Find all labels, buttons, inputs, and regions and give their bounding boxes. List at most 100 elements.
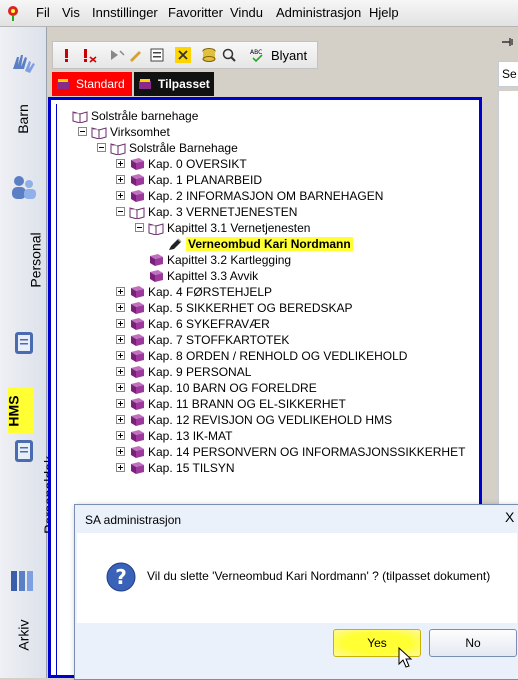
pin-icon[interactable] bbox=[500, 35, 514, 49]
dialog-body: ? Vil du slette 'Verneombud Kari Nordman… bbox=[77, 533, 517, 623]
book-icon bbox=[131, 334, 144, 346]
tree-item[interactable]: Kap. 3 VERNETJENESTEN bbox=[148, 205, 297, 219]
tab-standard[interactable]: Standard bbox=[52, 72, 132, 96]
view-tabs: Standard Tilpasset bbox=[48, 69, 488, 97]
expand-toggle[interactable] bbox=[116, 447, 125, 456]
expand-toggle[interactable] bbox=[116, 303, 125, 312]
notebook-icon[interactable] bbox=[7, 327, 39, 359]
menu-administrasjon[interactable]: Administrasjon bbox=[276, 6, 361, 20]
nav-personal[interactable]: Personal bbox=[8, 232, 44, 302]
book-icon bbox=[131, 366, 144, 378]
collapse-toggle[interactable] bbox=[116, 207, 125, 216]
book-stack-icon bbox=[57, 79, 69, 89]
menu-fil[interactable]: Fil bbox=[36, 6, 50, 20]
menu-innstillinger[interactable]: Innstillinger bbox=[92, 6, 158, 20]
mouse-cursor-icon bbox=[398, 647, 413, 668]
book-icon bbox=[131, 158, 144, 170]
binders-icon[interactable] bbox=[7, 565, 39, 597]
notebook-icon[interactable] bbox=[7, 435, 39, 467]
menu-vis[interactable]: Vis bbox=[62, 6, 80, 20]
no-button[interactable]: No bbox=[429, 629, 517, 657]
tree-item[interactable]: Virksomhet bbox=[110, 125, 170, 139]
nav-hms[interactable]: HMS bbox=[6, 387, 34, 433]
tree-item[interactable]: Kapittel 3.2 Kartlegging bbox=[167, 253, 291, 267]
expand-toggle[interactable] bbox=[116, 175, 125, 184]
tree-item[interactable]: Kap. 6 SYKEFRAVÆR bbox=[148, 317, 270, 331]
expand-toggle[interactable] bbox=[116, 463, 125, 472]
tab-tilpasset[interactable]: Tilpasset bbox=[134, 72, 214, 96]
tree-item[interactable]: Kap. 2 INFORMASJON OM BARNEHAGEN bbox=[148, 189, 383, 203]
app-icon[interactable] bbox=[4, 4, 22, 22]
tree-item[interactable]: Solstråle Barnehage bbox=[129, 141, 238, 155]
book-icon bbox=[131, 382, 144, 394]
nav-personaldok[interactable]: Personaldok. bbox=[8, 452, 57, 565]
menu-favoritter[interactable]: Favoritter bbox=[168, 6, 223, 20]
right-panel-field[interactable]: Se bbox=[498, 61, 518, 87]
open-book-icon bbox=[91, 127, 107, 139]
expand-toggle[interactable] bbox=[116, 399, 125, 408]
expand-toggle[interactable] bbox=[116, 159, 125, 168]
book-icon bbox=[131, 286, 144, 298]
confirm-dialog: SA administrasjon X ? Vil du slette 'Ver… bbox=[74, 504, 518, 680]
collapse-toggle[interactable] bbox=[97, 143, 106, 152]
expand-toggle[interactable] bbox=[116, 287, 125, 296]
book-icon bbox=[131, 462, 144, 474]
book-icon bbox=[131, 446, 144, 458]
move-icon[interactable] bbox=[175, 47, 191, 63]
menu-hjelp[interactable]: Hjelp bbox=[369, 6, 399, 20]
tree-item[interactable]: Kap. 8 ORDEN / RENHOLD OG VEDLIKEHOLD bbox=[148, 349, 407, 363]
tree-item-selected[interactable]: Verneombud Kari Nordmann bbox=[186, 237, 353, 251]
tree-item[interactable]: Kap. 11 BRANN OG EL-SIKKERHET bbox=[148, 397, 346, 411]
expand-toggle[interactable] bbox=[116, 319, 125, 328]
dialog-title: SA administrasjon bbox=[85, 513, 182, 527]
collapse-toggle[interactable] bbox=[135, 223, 144, 232]
hands-icon[interactable] bbox=[7, 47, 39, 79]
open-book-icon bbox=[110, 143, 126, 155]
nav-arkiv[interactable]: Arkiv bbox=[8, 619, 38, 667]
alert-delete-icon[interactable] bbox=[81, 47, 97, 63]
book-icon bbox=[131, 302, 144, 314]
expand-toggle[interactable] bbox=[116, 335, 125, 344]
tree-item[interactable]: Kap. 5 SIKKERHET OG BEREDSKAP bbox=[148, 301, 353, 315]
menu-vindu[interactable]: Vindu bbox=[230, 6, 263, 20]
book-icon bbox=[150, 270, 163, 282]
book-icon bbox=[131, 318, 144, 330]
expand-toggle[interactable] bbox=[116, 415, 125, 424]
toolbar: ABC Blyant bbox=[52, 41, 318, 69]
left-navigation: Barn Personal HMS Personaldok. Arkiv bbox=[0, 27, 57, 678]
tree-item[interactable]: Kap. 10 BARN OG FORELDRE bbox=[148, 381, 317, 395]
database-icon[interactable] bbox=[201, 47, 217, 63]
search-icon[interactable] bbox=[221, 47, 237, 63]
properties-icon[interactable] bbox=[149, 47, 165, 63]
expand-toggle[interactable] bbox=[116, 367, 125, 376]
question-icon: ? bbox=[106, 562, 136, 592]
tree-item[interactable]: Solstråle barnehage bbox=[91, 109, 198, 123]
collapse-toggle[interactable] bbox=[78, 127, 87, 136]
tree-item[interactable]: Kap. 4 FØRSTEHJELP bbox=[148, 285, 272, 299]
pencil-icon[interactable] bbox=[127, 47, 143, 63]
tree-item[interactable]: Kap. 13 IK-MAT bbox=[148, 429, 232, 443]
close-icon[interactable]: X bbox=[505, 509, 514, 525]
pencil-text-button[interactable]: Blyant bbox=[271, 48, 307, 63]
tree-item[interactable]: Kap. 15 TILSYN bbox=[148, 461, 235, 475]
tree-item[interactable]: Kap. 1 PLANARBEID bbox=[148, 173, 262, 187]
tree-item[interactable]: Kap. 14 PERSONVERN OG INFORMASJONSSIKKER… bbox=[148, 445, 465, 459]
nav-barn[interactable]: Barn bbox=[8, 104, 38, 141]
book-icon bbox=[131, 398, 144, 410]
expand-toggle[interactable] bbox=[116, 383, 125, 392]
people-icon[interactable] bbox=[7, 171, 39, 203]
tree-item[interactable]: Kap. 9 PERSONAL bbox=[148, 365, 251, 379]
open-book-icon bbox=[129, 207, 145, 219]
spellcheck-icon[interactable]: ABC bbox=[249, 47, 265, 63]
expand-toggle[interactable] bbox=[116, 191, 125, 200]
book-icon bbox=[131, 350, 144, 362]
expand-toggle[interactable] bbox=[116, 351, 125, 360]
alert-icon[interactable] bbox=[59, 47, 75, 63]
tree-item[interactable]: Kapittel 3.1 Vernetjenesten bbox=[167, 221, 310, 235]
tree-item[interactable]: Kapittel 3.3 Avvik bbox=[167, 269, 258, 283]
forward-icon[interactable] bbox=[109, 47, 125, 63]
tree-item[interactable]: Kap. 0 OVERSIKT bbox=[148, 157, 247, 171]
expand-toggle[interactable] bbox=[116, 431, 125, 440]
tree-item[interactable]: Kap. 7 STOFFKARTOTEK bbox=[148, 333, 289, 347]
tree-item[interactable]: Kap. 12 REVISJON OG VEDLIKEHOLD HMS bbox=[148, 413, 392, 427]
